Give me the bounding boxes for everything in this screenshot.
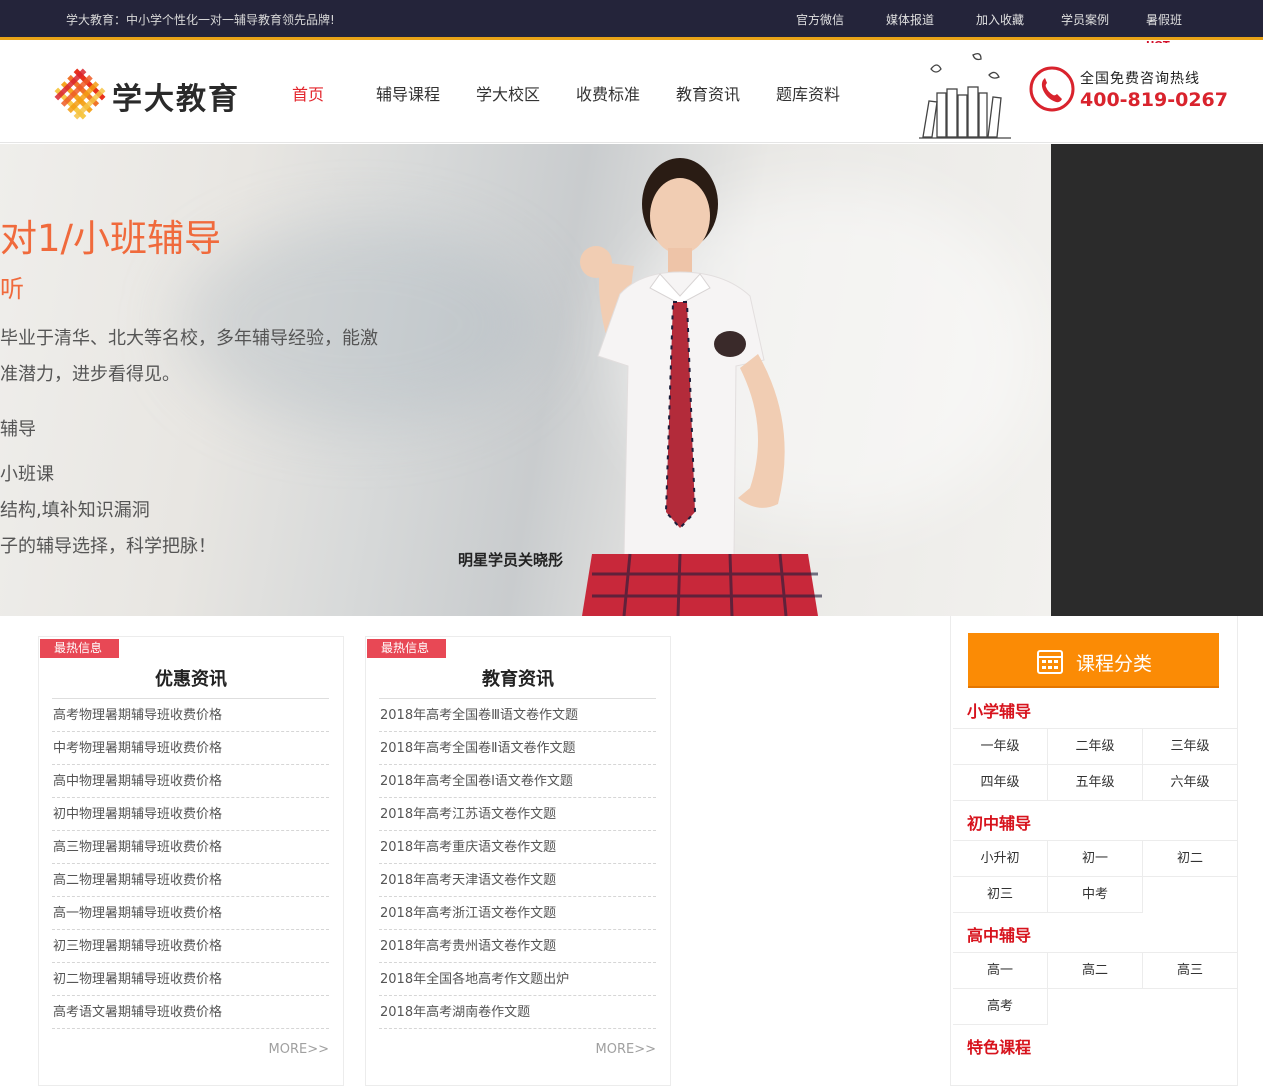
grade-cell[interactable]: 初三 [953, 877, 1048, 913]
banner-line: 毕业于清华、北大等名校，多年辅导经验，能激 [0, 328, 378, 349]
top-bar: 学大教育：中小学个性化一对一辅导教育领先品牌! 官方微信 媒体报道 加入收藏 学… [0, 0, 1263, 40]
list-item[interactable]: 2018年高考重庆语文卷作文题 [379, 831, 656, 864]
banner-subtitle: 听 [0, 275, 24, 303]
grade-cell[interactable]: 高二 [1048, 953, 1143, 989]
hotline-label: 全国免费咨询热线 [1080, 71, 1200, 87]
list-item[interactable]: 2018年高考浙江语文卷作文题 [379, 897, 656, 930]
banner-line: 子的辅导选择，科学把脉！ [0, 536, 216, 557]
promo-more-link[interactable]: MORE>> [269, 1042, 329, 1057]
list-item[interactable]: 2018年全国各地高考作文题出炉 [379, 963, 656, 996]
phone-icon [1029, 66, 1075, 112]
banner-title: 对1/小班辅导 [0, 217, 222, 260]
grade-cell[interactable]: 高考 [953, 989, 1048, 1025]
section-title-primary: 小学辅导 [967, 702, 1032, 721]
list-item[interactable]: 高考物理暑期辅导班收费价格 [52, 699, 329, 732]
section-title-special: 特色课程 [967, 1038, 1032, 1057]
link-media[interactable]: 媒体报道 [886, 11, 934, 28]
nav-question-bank[interactable]: 题库资料 [776, 81, 840, 105]
list-item[interactable]: 2018年高考全国卷Ⅱ语文卷作文题 [379, 732, 656, 765]
course-category-button[interactable]: 课程分类 [968, 633, 1219, 688]
list-item[interactable]: 2018年高考江苏语文卷作文题 [379, 798, 656, 831]
list-item[interactable]: 高三物理暑期辅导班收费价格 [52, 831, 329, 864]
section-title-middle: 初中辅导 [967, 814, 1032, 833]
list-item[interactable]: 2018年高考天津语文卷作文题 [379, 864, 656, 897]
list-item[interactable]: 2018年高考贵州语文卷作文题 [379, 930, 656, 963]
grade-cell[interactable]: 初二 [1143, 841, 1238, 877]
list-item[interactable]: 高考语文暑期辅导班收费价格 [52, 996, 329, 1029]
grade-cell[interactable]: 高一 [953, 953, 1048, 989]
logo-mark-icon [54, 68, 106, 120]
list-item[interactable]: 2018年高考全国卷Ⅲ语文卷作文题 [379, 699, 656, 732]
grade-cell[interactable]: 中考 [1048, 877, 1143, 913]
list-item[interactable]: 2018年高考全国卷Ⅰ语文卷作文题 [379, 765, 656, 798]
calendar-icon [1037, 650, 1063, 674]
banner-line: 结构,填补知识漏洞 [0, 500, 150, 521]
nav-fees[interactable]: 收费标准 [576, 81, 640, 105]
edu-news-title: 教育资讯 [482, 669, 554, 690]
list-item[interactable]: 初中物理暑期辅导班收费价格 [52, 798, 329, 831]
grade-cell[interactable]: 三年级 [1143, 729, 1238, 765]
list-item[interactable]: 高二物理暑期辅导班收费价格 [52, 864, 329, 897]
grade-cell[interactable]: 五年级 [1048, 765, 1143, 801]
banner-line: 小班课 [0, 464, 54, 485]
student-photo [580, 158, 822, 616]
student-caption: 明星学员关晓彤 [458, 551, 564, 569]
link-cases[interactable]: 学员案例 [1061, 11, 1109, 28]
list-item[interactable]: 高中物理暑期辅导班收费价格 [52, 765, 329, 798]
nav-home[interactable]: 首页 [292, 81, 324, 105]
promo-news-list: 高考物理暑期辅导班收费价格 中考物理暑期辅导班收费价格 高中物理暑期辅导班收费价… [52, 699, 329, 1029]
list-item[interactable]: 初二物理暑期辅导班收费价格 [52, 963, 329, 996]
books-illustration-icon [919, 53, 1011, 139]
top-links: 官方微信 媒体报道 加入收藏 学员案例 暑假班 [0, 11, 1263, 31]
grade-cell[interactable]: 四年级 [953, 765, 1048, 801]
promo-news-title: 优惠资讯 [155, 669, 227, 690]
grade-cell[interactable]: 六年级 [1143, 765, 1238, 801]
nav-campus[interactable]: 学大校区 [476, 81, 540, 105]
course-category-label: 课程分类 [1076, 653, 1153, 675]
grade-cell[interactable]: 一年级 [953, 729, 1048, 765]
edu-news-box: 最热信息 教育资讯 2018年高考全国卷Ⅲ语文卷作文题 2018年高考全国卷Ⅱ语… [365, 636, 671, 1086]
link-wechat[interactable]: 官方微信 [796, 11, 844, 28]
banner-line: 辅导 [0, 419, 36, 440]
banner-side-panel [1051, 144, 1263, 616]
link-summer-class[interactable]: 暑假班 [1146, 11, 1182, 28]
logo[interactable]: 学大教育 [50, 66, 260, 122]
grade-cell[interactable]: 初一 [1048, 841, 1143, 877]
list-item[interactable]: 2018年高考湖南卷作文题 [379, 996, 656, 1029]
hero-banner[interactable]: 对1/小班辅导 听 毕业于清华、北大等名校，多年辅导经验，能激 准潜力，进步看得… [0, 144, 1051, 616]
nav-courses[interactable]: 辅导课程 [376, 81, 440, 105]
list-item[interactable]: 初三物理暑期辅导班收费价格 [52, 930, 329, 963]
course-category-sidebar: 课程分类 小学辅导 一年级 二年级 三年级 四年级 五年级 六年级 初中辅导 小… [950, 616, 1238, 1086]
section-title-high: 高中辅导 [967, 926, 1032, 945]
site-header: 学大教育 首页 辅导课程 学大校区 收费标准 教育资讯 题库资料 全国免费咨询热 [0, 43, 1263, 143]
hot-info-tag: 最热信息 [367, 639, 446, 658]
nav-edu-news[interactable]: 教育资讯 [676, 81, 740, 105]
hotline[interactable]: 全国免费咨询热线 400-819-0267 [1028, 65, 1228, 115]
grade-cell[interactable]: 高三 [1143, 953, 1238, 989]
list-item[interactable]: 中考物理暑期辅导班收费价格 [52, 732, 329, 765]
edu-news-list: 2018年高考全国卷Ⅲ语文卷作文题 2018年高考全国卷Ⅱ语文卷作文题 2018… [379, 699, 656, 1029]
hotline-number: 400-819-0267 [1080, 89, 1228, 111]
link-favorite[interactable]: 加入收藏 [976, 11, 1024, 28]
hot-info-tag: 最热信息 [40, 639, 119, 658]
logo-text: 学大教育 [112, 82, 240, 117]
promo-news-box: 最热信息 优惠资讯 高考物理暑期辅导班收费价格 中考物理暑期辅导班收费价格 高中… [38, 636, 344, 1086]
banner-line: 准潜力，进步看得见。 [0, 364, 180, 385]
edu-more-link[interactable]: MORE>> [596, 1042, 656, 1057]
grade-cell[interactable]: 二年级 [1048, 729, 1143, 765]
grade-cell[interactable]: 小升初 [953, 841, 1048, 877]
list-item[interactable]: 高一物理暑期辅导班收费价格 [52, 897, 329, 930]
